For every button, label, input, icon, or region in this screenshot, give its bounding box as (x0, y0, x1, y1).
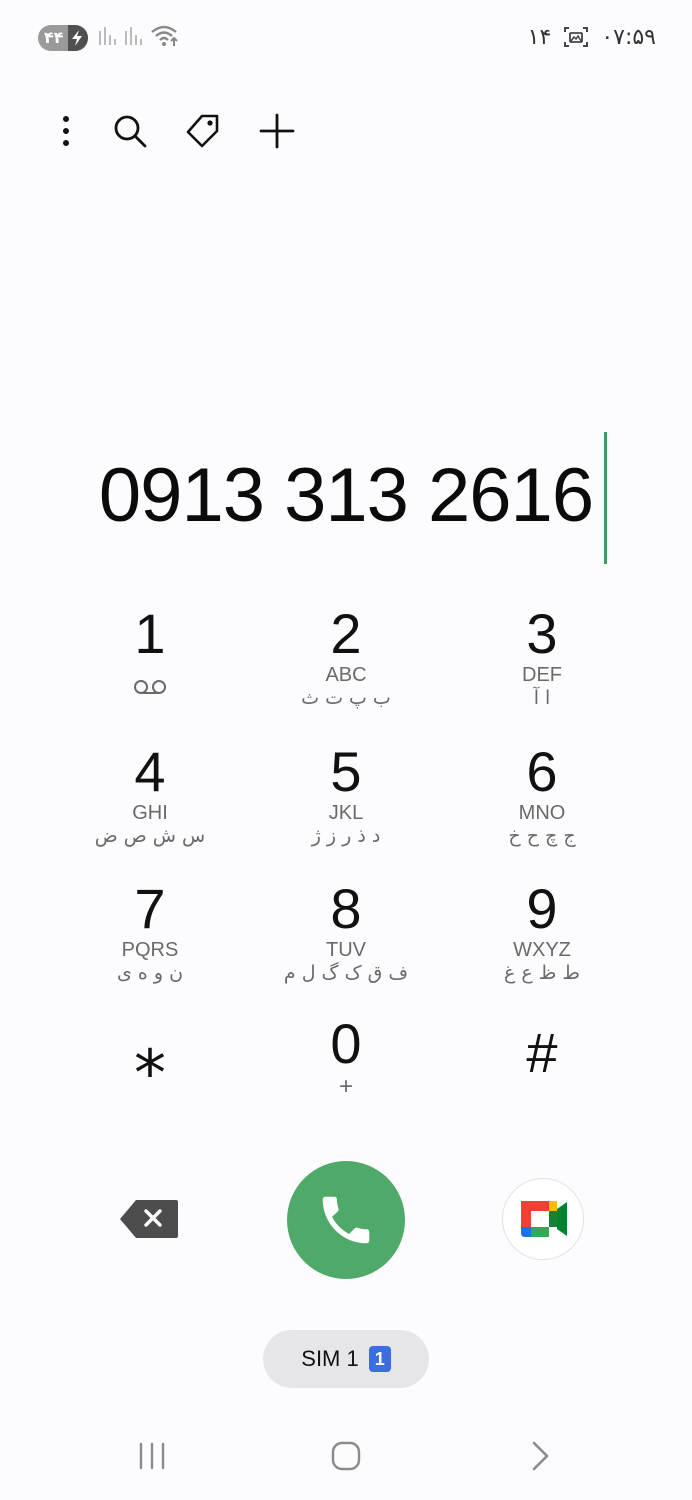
key-letters: WXYZ (513, 939, 571, 961)
key-digit: 1 (134, 602, 166, 665)
key-digit: 0 (330, 1012, 362, 1075)
key-persian-letters: ط ظ ع غ (504, 962, 580, 984)
key-letters: ABC (325, 664, 367, 686)
signal-icon (99, 27, 116, 45)
key-hash[interactable]: # (444, 1012, 640, 1150)
key-persian-letters: ب پ ت ث (301, 687, 391, 709)
backspace-icon[interactable] (118, 1198, 180, 1240)
key-persian-letters: ا آ (533, 687, 551, 709)
key-digit: 6 (526, 740, 558, 803)
key-letters: DEF (522, 664, 562, 686)
sim-label: SIM 1 (301, 1346, 359, 1371)
key-0[interactable]: 0 + (248, 1012, 444, 1150)
key-star[interactable]: ⁎ (52, 1012, 248, 1150)
key-digit: 3 (526, 602, 558, 665)
key-persian-letters: ف ق ک گ ل م (283, 962, 409, 984)
voicemail-icon (134, 680, 166, 694)
key-letters: MNO (518, 802, 566, 824)
status-bar: ۴۴ ۱۴ ۰۷:۵۹ (0, 0, 692, 76)
key-letters: TUV (326, 939, 366, 961)
phone-icon (322, 1196, 370, 1244)
key-digit: 9 (526, 877, 558, 940)
back-icon[interactable] (510, 1432, 570, 1480)
key-persian-letters: د ذ ر ز ژ (311, 825, 381, 847)
call-button[interactable] (287, 1161, 405, 1279)
key-3[interactable]: 3 DEF ا آ (444, 602, 640, 740)
key-persian-letters: ج چ ح خ (508, 825, 576, 847)
wifi-icon (151, 25, 178, 46)
key-4[interactable]: 4 GHI س ش ص ض (52, 740, 248, 878)
google-meet-icon[interactable] (502, 1178, 584, 1260)
phone-number: 0913 313 2616 (98, 452, 594, 538)
phone-number-field[interactable]: 0913 313 2616 (0, 440, 692, 550)
screenshot-icon (564, 27, 589, 47)
key-digit: 4 (134, 740, 166, 803)
search-icon[interactable] (107, 108, 153, 154)
text-cursor (604, 432, 607, 564)
key-digit: 2 (330, 602, 362, 665)
notification-count: ۱۴ (527, 24, 552, 50)
home-icon[interactable] (316, 1432, 376, 1480)
key-persian-letters: ن و ه ی (116, 962, 184, 984)
key-5[interactable]: 5 JKL د ذ ر ز ژ (248, 740, 444, 878)
signal-icon (125, 27, 142, 45)
tag-icon[interactable] (180, 108, 226, 154)
key-8[interactable]: 8 TUV ف ق ک گ ل م (248, 877, 444, 1015)
battery-icon: ۴۴ (38, 25, 88, 51)
add-icon[interactable] (254, 108, 300, 154)
key-2[interactable]: 2 ABC ب پ ت ث (248, 602, 444, 740)
key-digit: 5 (330, 740, 362, 803)
sim-selector[interactable]: SIM 1 1 (263, 1330, 429, 1388)
more-options-icon[interactable] (43, 108, 89, 154)
key-plus: + (338, 1073, 353, 1100)
recent-apps-icon[interactable] (122, 1432, 182, 1480)
key-1[interactable]: 1 (52, 602, 248, 740)
key-digit: 8 (330, 877, 362, 940)
key-persian-letters: س ش ص ض (94, 825, 206, 847)
key-digit: 7 (134, 877, 166, 940)
key-letters: JKL (328, 802, 364, 824)
key-letters: GHI (132, 802, 168, 824)
clock: ۰۷:۵۹ (601, 24, 656, 50)
sim-badge: 1 (368, 1346, 391, 1372)
key-9[interactable]: 9 WXYZ ط ظ ع غ (444, 877, 640, 1015)
status-right: ۱۴ ۰۷:۵۹ (528, 20, 656, 54)
key-digit: # (526, 1021, 558, 1084)
key-6[interactable]: 6 MNO ج چ ح خ (444, 740, 640, 878)
key-letters: PQRS (121, 939, 179, 961)
battery-level: ۴۴ (44, 28, 64, 47)
key-digit: ⁎ (134, 1017, 166, 1089)
key-7[interactable]: 7 PQRS ن و ه ی (52, 877, 248, 1015)
